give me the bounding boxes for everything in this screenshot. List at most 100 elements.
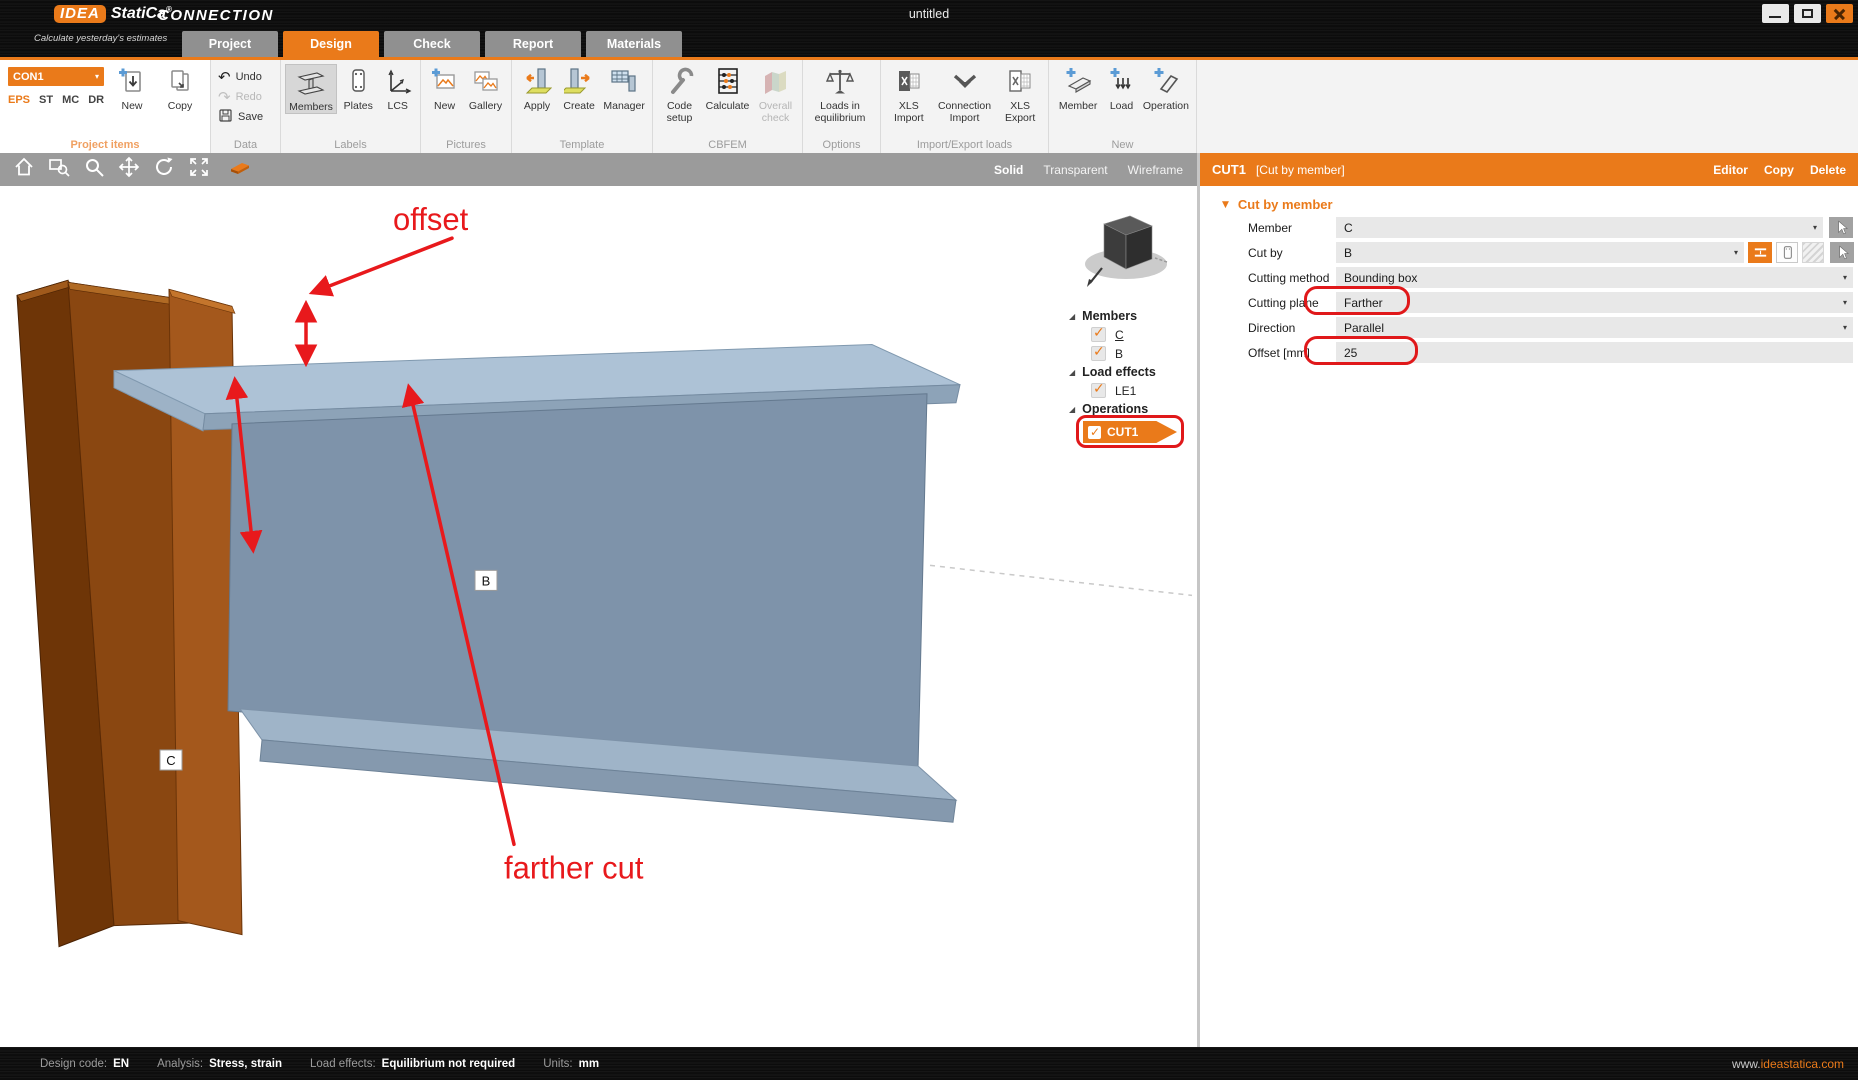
code-setup-button[interactable]: Code setup [657, 64, 702, 124]
cut-by-workplane-mode-button[interactable] [1802, 242, 1824, 263]
delete-action[interactable]: Delete [1810, 163, 1846, 177]
xls-export-button[interactable]: XLS Export [996, 64, 1044, 124]
ribbon-group-labels: Members Plates LCS Labels [281, 60, 421, 153]
new-operation-icon [1151, 66, 1181, 100]
new-load-button[interactable]: Load [1103, 64, 1140, 112]
loads-in-equilibrium-button[interactable]: Loads in equilibrium [807, 64, 873, 124]
cut-by-beam-mode-button[interactable] [1748, 242, 1772, 263]
ribbon: CON1 ▾ EPS ST MC DR New Copy Project ite… [0, 57, 1858, 153]
collapse-triangle-icon[interactable]: ▼ [1222, 200, 1229, 210]
navigation-cube[interactable] [1081, 206, 1191, 293]
beam-member-b[interactable] [114, 345, 960, 823]
undo-button[interactable]: ↶ Undo [215, 67, 266, 86]
render-mode-wireframe[interactable]: Wireframe [1128, 163, 1183, 177]
offset-input[interactable]: 25 [1336, 342, 1853, 363]
tree-item-member-c[interactable]: ✓ C [1091, 327, 1191, 342]
template-apply-button[interactable]: Apply [516, 64, 558, 112]
home-view-button[interactable] [13, 156, 35, 183]
tab-materials[interactable]: Materials [586, 31, 682, 57]
labels-lcs-button[interactable]: LCS [379, 64, 416, 112]
create-template-icon [564, 66, 594, 100]
tab-design[interactable]: Design [283, 31, 379, 57]
section-cut-by-member[interactable]: ▼ Cut by member [1222, 196, 1858, 213]
cutting-plane-dropdown[interactable]: Farther ▾ [1336, 292, 1853, 313]
expander-icon[interactable]: ◢ [1069, 312, 1075, 321]
labels-plates-button[interactable]: Plates [337, 64, 379, 112]
tab-report[interactable]: Report [485, 31, 581, 57]
main-area: Solid Transparent Wireframe [0, 153, 1858, 1047]
labels-members-button[interactable]: Members [285, 64, 337, 114]
ribbon-group-pictures: New Gallery Pictures [421, 60, 512, 153]
chevron-down-icon: ▾ [1813, 223, 1817, 232]
tree-item-member-b[interactable]: ✓ B [1091, 346, 1191, 361]
properties-panel: CUT1 [Cut by member] Editor Copy Delete … [1200, 153, 1858, 1047]
zoom-fit-button[interactable] [188, 156, 210, 183]
mode-eps[interactable]: EPS [8, 94, 30, 106]
cut-by-plate-mode-button[interactable] [1776, 242, 1798, 263]
connection-selector[interactable]: CON1 ▾ [8, 67, 104, 86]
website-link[interactable]: www.ideastatica.com [1732, 1057, 1844, 1071]
member-dropdown[interactable]: C ▾ [1336, 217, 1823, 238]
cutting-method-dropdown[interactable]: Bounding box ▾ [1336, 267, 1853, 288]
maximize-button[interactable] [1794, 4, 1821, 23]
member-label-c[interactable]: C [160, 750, 182, 770]
app-tagline: Calculate yesterday's estimates [34, 33, 167, 44]
pan-button[interactable] [118, 156, 140, 183]
tab-check[interactable]: Check [384, 31, 480, 57]
chevron-down-icon: ▾ [1843, 273, 1847, 282]
expander-icon[interactable]: ◢ [1069, 368, 1075, 377]
mode-st[interactable]: ST [39, 94, 53, 106]
checkbox-member-b[interactable]: ✓ [1091, 346, 1106, 361]
mode-dr[interactable]: DR [88, 94, 104, 106]
overall-check-button[interactable]: Overall check [753, 64, 798, 124]
tree-section-members[interactable]: ◢ Members [1069, 309, 1191, 323]
pick-member-button[interactable] [1829, 217, 1853, 238]
ribbon-group-project-items: CON1 ▾ EPS ST MC DR New Copy Project ite… [0, 60, 211, 153]
direction-dropdown[interactable]: Parallel ▾ [1336, 317, 1853, 338]
zoom-button[interactable] [83, 156, 105, 183]
expander-icon[interactable]: ◢ [1069, 405, 1075, 414]
project-item-modes: EPS ST MC DR [8, 94, 104, 106]
tree-section-load-effects[interactable]: ◢ Load effects [1069, 365, 1191, 379]
render-mode-transparent[interactable]: Transparent [1043, 163, 1107, 177]
minimize-button[interactable] [1762, 4, 1789, 23]
save-icon [218, 108, 233, 126]
plate-outline-icon [1779, 244, 1796, 261]
copy-action[interactable]: Copy [1764, 163, 1794, 177]
rotate-view-button[interactable] [153, 156, 175, 183]
save-button[interactable]: Save [215, 107, 266, 126]
picture-new-button[interactable]: New [425, 64, 464, 112]
checkbox-cut1[interactable]: ✓ [1088, 426, 1101, 439]
solid-beam-icon[interactable] [229, 156, 251, 183]
copy-project-item-button[interactable]: Copy [156, 64, 204, 112]
new-project-item-button[interactable]: New [108, 64, 156, 112]
3d-canvas[interactable]: B C offset farther cut [0, 186, 1197, 1047]
new-operation-button[interactable]: Operation [1140, 64, 1192, 112]
close-button[interactable] [1826, 4, 1853, 23]
editor-action[interactable]: Editor [1713, 163, 1748, 177]
checkbox-le1[interactable]: ✓ [1091, 383, 1106, 398]
status-load-effects: Load effects:Equilibrium not required [310, 1058, 515, 1070]
checkbox-member-c[interactable]: ✓ [1091, 327, 1106, 342]
property-row-cut-by: Cut by B ▾ [1248, 242, 1858, 263]
pick-cutting-member-button[interactable] [1830, 242, 1854, 263]
template-create-button[interactable]: Create [558, 64, 600, 112]
redo-button[interactable]: ↷ Redo [215, 87, 266, 106]
picture-gallery-button[interactable]: Gallery [464, 64, 507, 112]
property-row-offset: Offset [mm] 25 [1248, 342, 1858, 363]
group-label-import-export: Import/Export loads [881, 139, 1048, 151]
new-member-button[interactable]: Member [1053, 64, 1103, 112]
template-manager-button[interactable]: Manager [600, 64, 648, 112]
tree-section-operations[interactable]: ◢ Operations [1069, 402, 1191, 416]
render-mode-solid[interactable]: Solid [994, 163, 1023, 177]
zoom-window-button[interactable] [48, 156, 70, 183]
tree-item-le1[interactable]: ✓ LE1 [1091, 383, 1191, 398]
connection-import-button[interactable]: Connection Import [933, 64, 997, 124]
xls-import-button[interactable]: XLS Import [885, 64, 933, 124]
cut-by-dropdown[interactable]: B ▾ [1336, 242, 1744, 263]
calculate-button[interactable]: Calculate [702, 64, 753, 112]
tree-item-cut1[interactable]: ✓ CUT1 [1083, 421, 1177, 443]
mode-mc[interactable]: MC [62, 94, 79, 106]
tab-project[interactable]: Project [182, 31, 278, 57]
member-label-b[interactable]: B [475, 570, 497, 590]
